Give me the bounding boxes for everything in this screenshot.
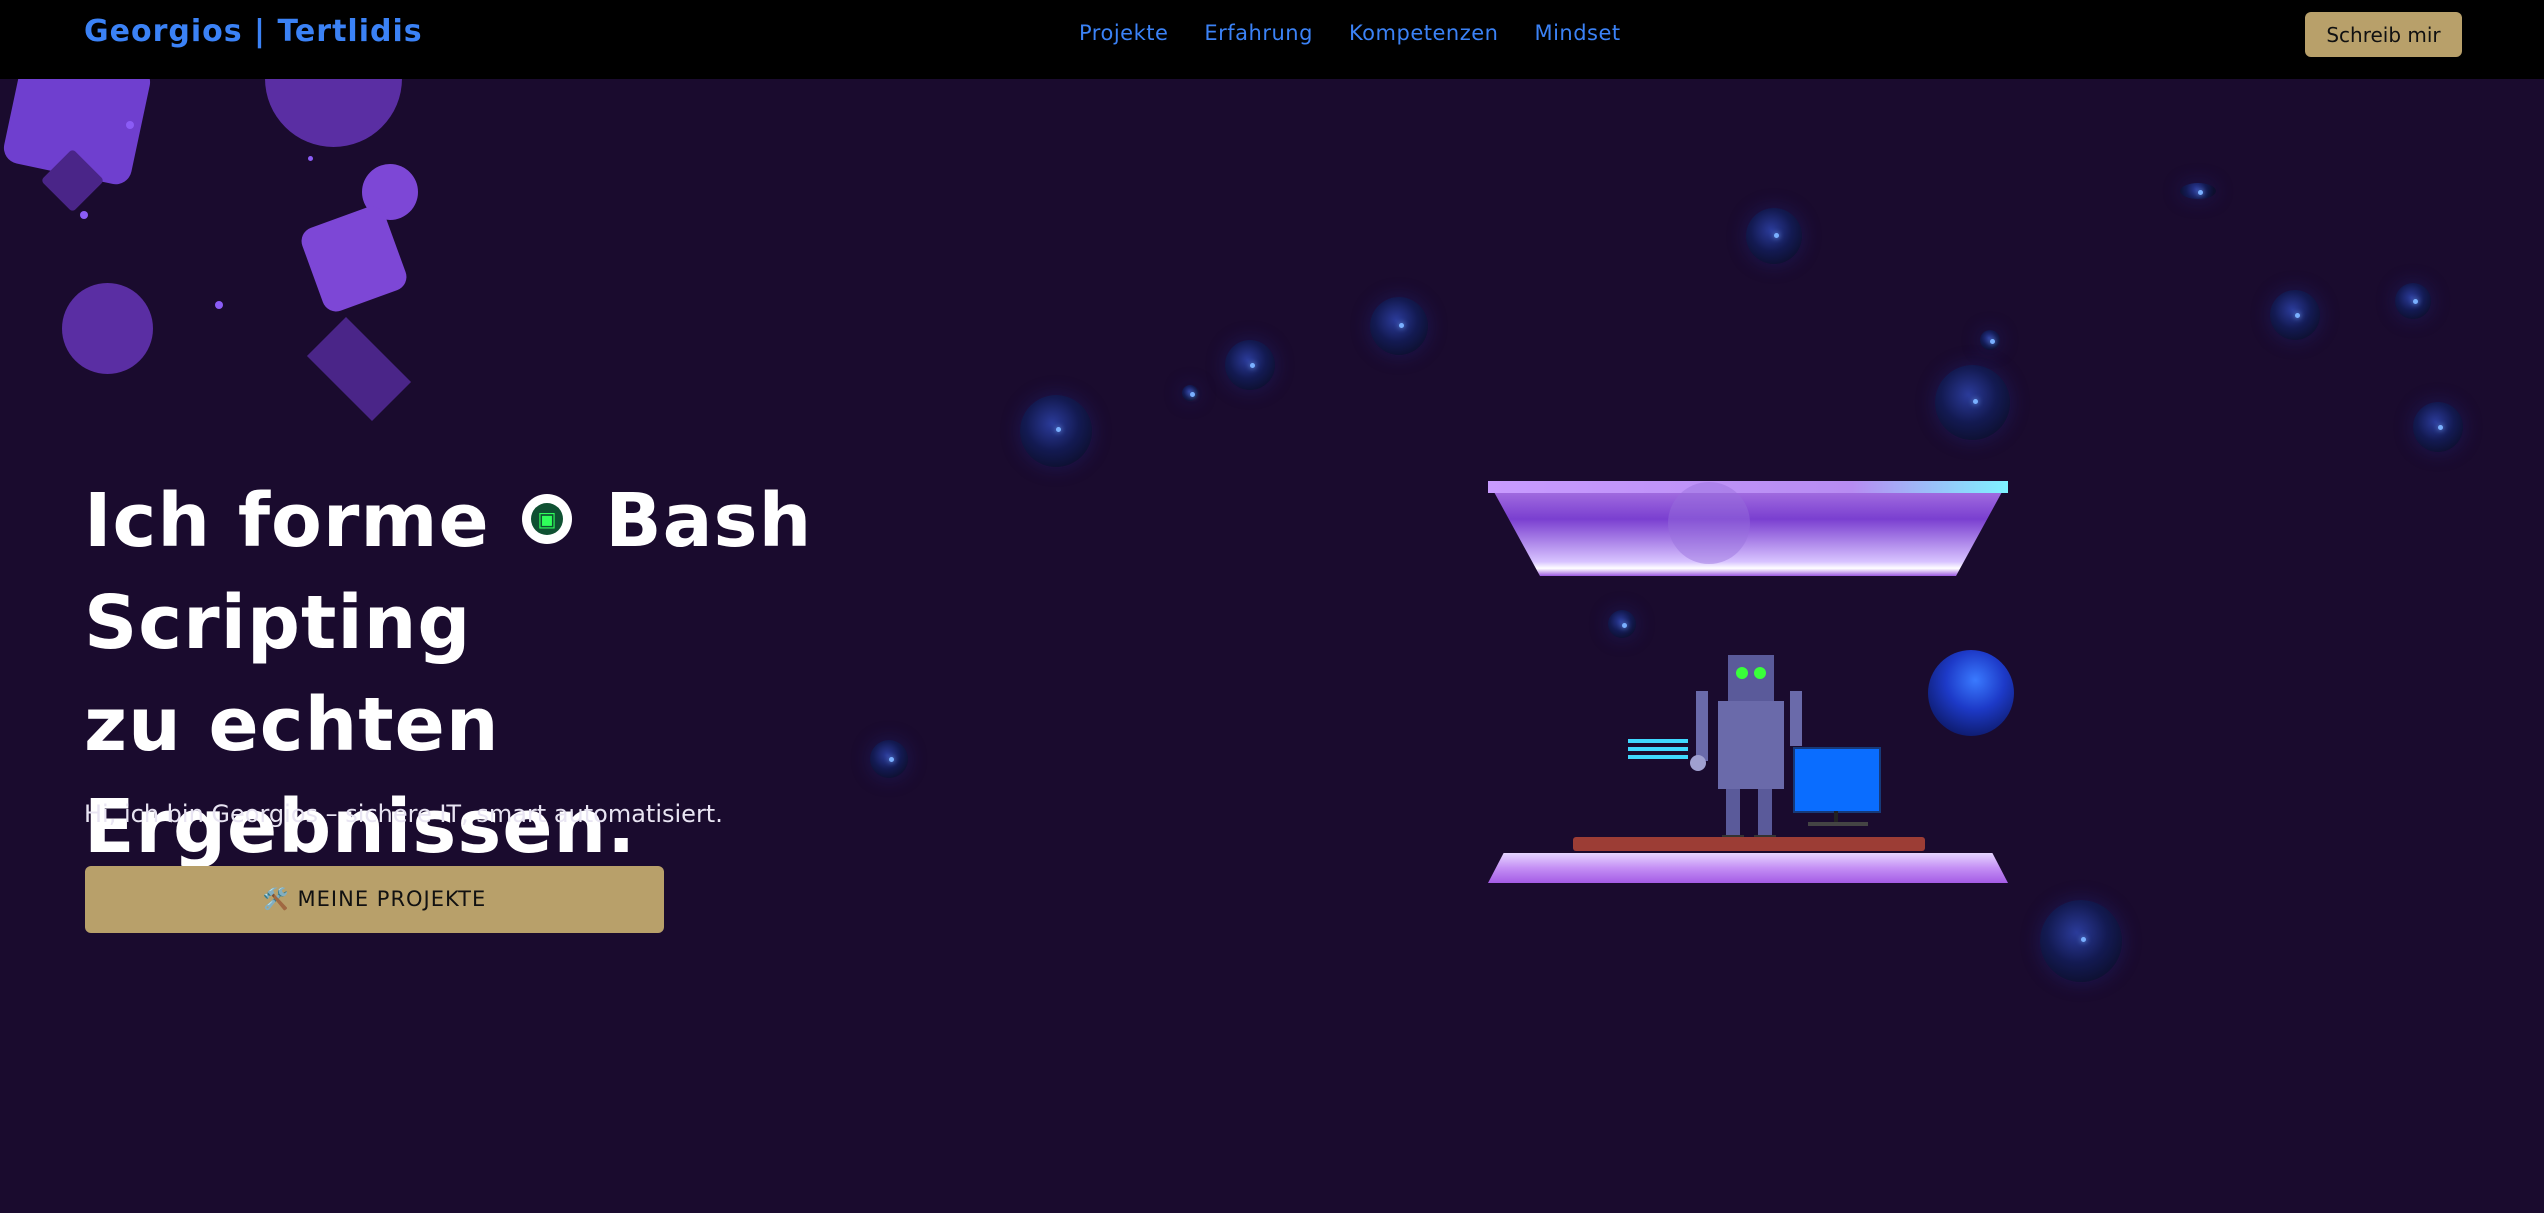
decorative-dot	[215, 301, 223, 309]
decorative-orb	[2395, 283, 2431, 319]
contact-button[interactable]: Schreib mir	[2305, 12, 2462, 57]
nav-link-projekte[interactable]: Projekte	[1079, 21, 1168, 45]
hero-title-part1: Ich forme	[84, 478, 490, 564]
projects-button[interactable]: 🛠️ MEINE PROJEKTE	[85, 866, 664, 933]
hero-title-part2: zu echten	[84, 682, 500, 768]
laser-beam	[1628, 747, 1688, 751]
decorative-diamond	[306, 316, 412, 422]
monitor-icon	[1793, 747, 1881, 813]
brand-logo[interactable]: Georgios | Tertlidis	[84, 14, 423, 49]
decorative-orb	[2413, 402, 2463, 452]
decorative-dot	[308, 156, 313, 161]
decorative-orb	[1935, 365, 2010, 440]
decorative-orb	[1225, 340, 1275, 390]
desk-shelf	[1573, 837, 1925, 851]
decorative-orb	[1980, 330, 2000, 350]
top-platform-edge	[1488, 481, 2008, 493]
decorative-dot	[80, 211, 88, 219]
nav-link-erfahrung[interactable]: Erfahrung	[1204, 21, 1313, 45]
decorative-orb	[2040, 900, 2122, 982]
decorative-orb	[1182, 385, 1198, 401]
nav-links: Projekte Erfahrung Kompetenzen Mindset	[1079, 21, 1621, 45]
decorative-orb	[1928, 650, 2014, 736]
hero-subtitle: Hi, ich bin Georgios – sichere IT, smart…	[84, 800, 723, 828]
decorative-circle	[1668, 482, 1750, 564]
decorative-circle	[62, 283, 153, 374]
decorative-orb	[2180, 183, 2216, 199]
nav-link-mindset[interactable]: Mindset	[1534, 21, 1620, 45]
decorative-orb	[1746, 208, 1802, 264]
decorative-orb	[1370, 297, 1428, 355]
navbar: Georgios | Tertlidis Projekte Erfahrung …	[0, 0, 2544, 79]
decorative-dot	[126, 121, 134, 129]
nav-link-kompetenzen[interactable]: Kompetenzen	[1349, 21, 1499, 45]
terminal-icon: ▣	[522, 494, 573, 545]
decorative-orb	[2270, 290, 2320, 340]
decorative-orb	[1020, 395, 1092, 467]
bottom-platform	[1488, 853, 2008, 883]
